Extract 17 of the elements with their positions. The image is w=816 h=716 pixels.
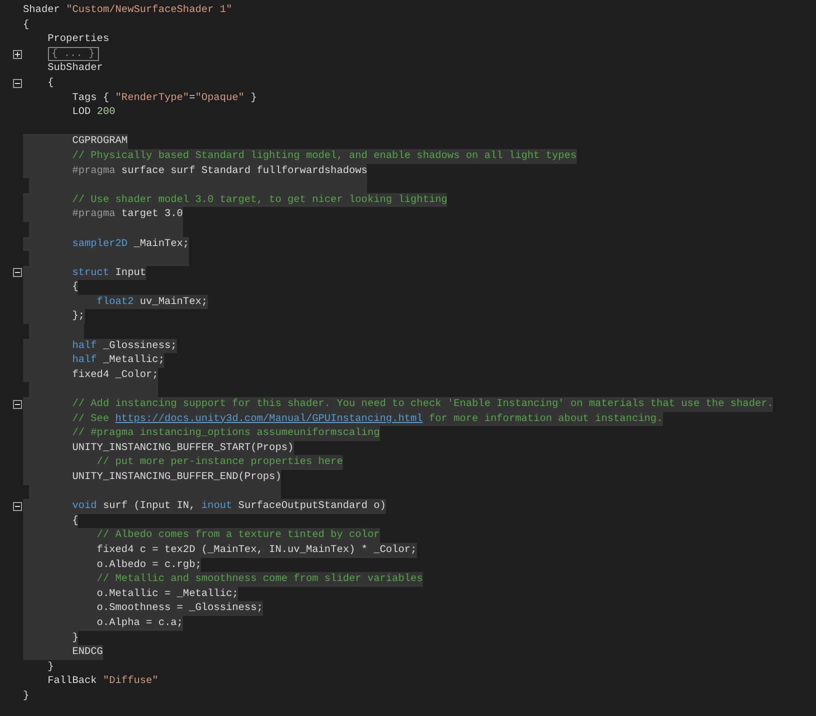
collapsed-region[interactable]: { ... }	[48, 47, 99, 62]
link[interactable]: https://docs.unity3d.com/Manual/GPUInstancing.html	[115, 412, 423, 425]
code-line: {	[46, 76, 54, 91]
code-line: }	[46, 660, 54, 674]
code-line: {	[23, 18, 30, 32]
code-line: Shader "Custom/NewSurfaceShader 1"	[23, 3, 232, 18]
plus-box-icon[interactable]	[13, 50, 22, 59]
minus-box-icon[interactable]	[13, 268, 22, 278]
code-line: LOD 200	[71, 105, 116, 120]
minus-box-icon[interactable]	[13, 400, 22, 409]
code-line: SubShader	[46, 61, 103, 76]
code-line: Properties	[46, 32, 110, 47]
minus-box-icon[interactable]	[13, 78, 22, 88]
code-line: }	[23, 688, 30, 704]
minus-box-icon[interactable]	[13, 502, 22, 511]
code-line: Tags { "RenderType"="Opaque" }	[71, 90, 257, 106]
code-line: FallBack "Diffuse"	[46, 674, 158, 689]
